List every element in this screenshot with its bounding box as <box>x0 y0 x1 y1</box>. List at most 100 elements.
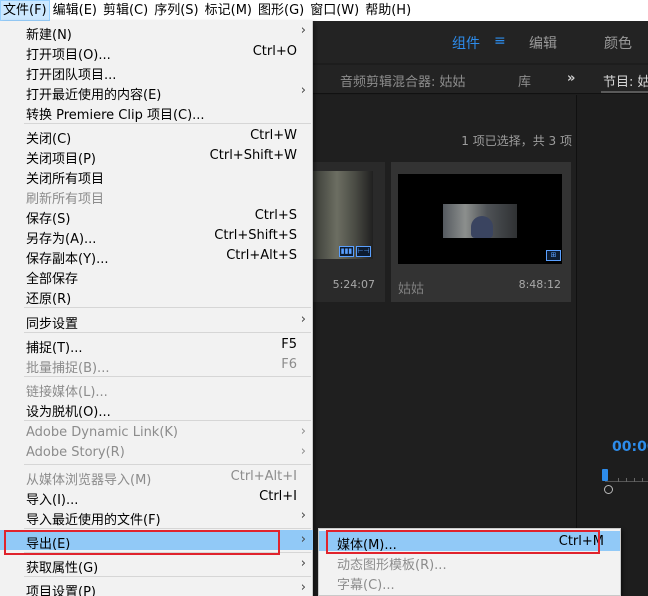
submenu-arrow-icon: › <box>300 83 306 98</box>
menu-item-project-settings[interactable]: 项目设置(P) › <box>0 578 313 596</box>
workspace-menu-icon[interactable]: ≡ <box>494 33 506 49</box>
tab-program-monitor[interactable]: 节目: 姑 <box>603 71 648 90</box>
clip-duration: 8:48:12 <box>518 278 561 291</box>
menu-item-batch-capture[interactable]: 批量捕捉(B)... F6 <box>0 354 313 376</box>
menu-item-open-project[interactable]: 打开项目(O)... Ctrl+O <box>0 41 313 63</box>
menu-item-save-all[interactable]: 全部保存 <box>0 265 313 287</box>
menu-markers[interactable]: 标记(M) <box>202 0 255 21</box>
playhead-icon[interactable] <box>602 469 608 481</box>
menu-item-label: 转换 Premiere Clip 项目(C)... <box>26 108 205 123</box>
menu-item-import-recent-file[interactable]: 导入最近使用的文件(F) › <box>0 506 313 528</box>
menu-item-close-project[interactable]: 关闭项目(P) Ctrl+Shift+W <box>0 145 313 167</box>
menu-edit[interactable]: 编辑(E) <box>50 0 100 21</box>
program-timecode[interactable]: 00:00 <box>612 439 648 455</box>
menu-item-label: 同步设置 <box>26 317 79 332</box>
tab-audio-clip-mixer[interactable]: 音频剪辑混合器: 姑姑 <box>340 71 466 90</box>
menu-item-captions[interactable]: 字幕(C)... <box>319 571 620 593</box>
menu-item-shortcut: Ctrl+Shift+S <box>214 228 297 243</box>
menu-sequence[interactable]: 序列(S) <box>151 0 201 21</box>
menu-separator <box>24 307 311 308</box>
menu-item-new[interactable]: 新建(N) › <box>0 21 313 43</box>
menu-separator <box>24 420 311 421</box>
menu-bar: 文件(F) 编辑(E) 剪辑(C) 序列(S) 标记(M) 图形(G) 窗口(W… <box>0 0 648 21</box>
workspace-tab-color[interactable]: 颜色 <box>604 33 632 53</box>
menu-item-close[interactable]: 关闭(C) Ctrl+W <box>0 125 313 147</box>
menu-item-convert-premiere-clip[interactable]: 转换 Premiere Clip 项目(C)... <box>0 101 313 123</box>
menu-item-revert[interactable]: 还原(R) <box>0 285 313 307</box>
menu-item-shortcut: Ctrl+W <box>250 128 297 143</box>
menu-item-capture[interactable]: 捕捉(T)... F5 <box>0 334 313 356</box>
ruler-tick <box>634 478 635 482</box>
submenu-arrow-icon: › <box>300 532 306 547</box>
menu-help[interactable]: 帮助(H) <box>362 0 414 21</box>
submenu-arrow-icon: › <box>300 508 306 523</box>
menu-item-label: 项目设置(P) <box>26 585 96 596</box>
menu-item-label: 还原(R) <box>26 292 72 307</box>
menu-item-open-team-project[interactable]: 打开团队项目... <box>0 61 313 83</box>
workspace-tab-assembly[interactable]: 组件 <box>452 33 480 53</box>
menu-item-save-copy[interactable]: 保存副本(Y)... Ctrl+Alt+S <box>0 245 313 267</box>
clip-thumbnail <box>398 174 562 264</box>
menu-item-label: 批量捕捉(B)... <box>26 361 110 376</box>
menu-item-save-as[interactable]: 另存为(A)... Ctrl+Shift+S <box>0 225 313 247</box>
export-submenu: 媒体(M)... Ctrl+M 动态图形模板(R)... 字幕(C)... <box>318 528 621 596</box>
video-frame <box>443 204 517 238</box>
clip-badges: ▮▮▮ ⊢⊣ <box>339 246 371 257</box>
tab-library[interactable]: 库 <box>518 71 531 90</box>
menu-item-adobe-story[interactable]: Adobe Story(R) › <box>0 442 313 462</box>
menu-item-export-media[interactable]: 媒体(M)... Ctrl+M <box>319 531 620 553</box>
selection-status: 1 项已选择，共 3 项 <box>461 134 572 148</box>
menu-item-shortcut: Ctrl+I <box>259 489 297 504</box>
menu-item-export[interactable]: 导出(E) › <box>0 530 313 552</box>
menu-separator <box>24 576 311 577</box>
menu-separator <box>24 123 311 124</box>
menu-item-shortcut: Ctrl+O <box>252 44 297 59</box>
menu-item-get-properties[interactable]: 获取属性(G) › <box>0 554 313 576</box>
menu-item-shortcut: F5 <box>281 337 297 352</box>
menu-item-import[interactable]: 导入(I)... Ctrl+I <box>0 486 313 508</box>
menu-item-label: 获取属性(G) <box>26 561 99 576</box>
menu-item-label: 字幕(C)... <box>337 578 395 593</box>
more-panels-icon[interactable]: » <box>567 71 575 86</box>
clip-thumbnail-card[interactable]: ▮▮▮ ⊢⊣ 5:24:07 <box>313 162 385 302</box>
project-panel: 1 项已选择，共 3 项 ▮▮▮ ⊢⊣ 5:24:07 ⊞ 姑姑 8:48:12 <box>313 95 577 596</box>
active-tab-underline <box>601 91 648 93</box>
ruler-tick <box>618 478 619 482</box>
menu-separator <box>24 552 311 553</box>
menu-item-adobe-dynamic-link[interactable]: Adobe Dynamic Link(K) › <box>0 422 313 442</box>
menu-item-open-recent[interactable]: 打开最近使用的内容(E) › <box>0 81 313 103</box>
menu-graphics[interactable]: 图形(G) <box>255 0 307 21</box>
menu-item-link-media[interactable]: 链接媒体(L)... <box>0 378 313 400</box>
ruler-tick <box>642 478 643 482</box>
menu-file[interactable]: 文件(F) <box>0 0 50 21</box>
menu-item-shortcut: Ctrl+S <box>254 208 297 223</box>
panel-tab-bar: 音频剪辑混合器: 姑姑 库 » 节目: 姑 <box>313 65 648 94</box>
menu-window[interactable]: 窗口(W) <box>307 0 362 21</box>
ruler-tick <box>626 478 627 482</box>
menu-clip[interactable]: 剪辑(C) <box>100 0 151 21</box>
submenu-arrow-icon: › <box>300 556 306 571</box>
submenu-arrow-icon: › <box>300 444 306 459</box>
clip-thumbnail-card[interactable]: ⊞ 姑姑 8:48:12 <box>391 162 571 302</box>
menu-item-refresh-all-projects[interactable]: 刷新所有项目 <box>0 185 313 207</box>
menu-item-label: 导出(E) <box>26 537 71 552</box>
menu-item-label: 设为脱机(O)... <box>26 405 111 420</box>
workspace-switcher: 组件 ≡ 编辑 颜色 <box>313 21 648 63</box>
zoom-handle-icon[interactable] <box>604 485 613 494</box>
menu-item-shortcut: Ctrl+Alt+I <box>230 469 297 484</box>
audio-badge-icon: ⊢⊣ <box>356 246 371 257</box>
menu-item-make-offline[interactable]: 设为脱机(O)... <box>0 398 313 420</box>
menu-item-label: 导入最近使用的文件(F) <box>26 513 161 528</box>
premiere-workspace: 组件 ≡ 编辑 颜色 音频剪辑混合器: 姑姑 库 » 节目: 姑 1 项已选择，… <box>313 21 648 596</box>
menu-item-motion-graphics-template[interactable]: 动态图形模板(R)... <box>319 551 620 573</box>
submenu-arrow-icon: › <box>300 424 306 439</box>
submenu-arrow-icon: › <box>300 580 306 595</box>
menu-item-label: Adobe Story(R) <box>26 445 125 460</box>
menu-separator <box>24 528 311 529</box>
menu-item-close-all-projects[interactable]: 关闭所有项目 <box>0 165 313 187</box>
person-silhouette <box>471 216 493 238</box>
menu-item-save[interactable]: 保存(S) Ctrl+S <box>0 205 313 227</box>
menu-item-sync-settings[interactable]: 同步设置 › <box>0 310 313 332</box>
workspace-tab-edit[interactable]: 编辑 <box>529 33 557 53</box>
menu-item-import-from-media-browser[interactable]: 从媒体浏览器导入(M) Ctrl+Alt+I <box>0 466 313 488</box>
